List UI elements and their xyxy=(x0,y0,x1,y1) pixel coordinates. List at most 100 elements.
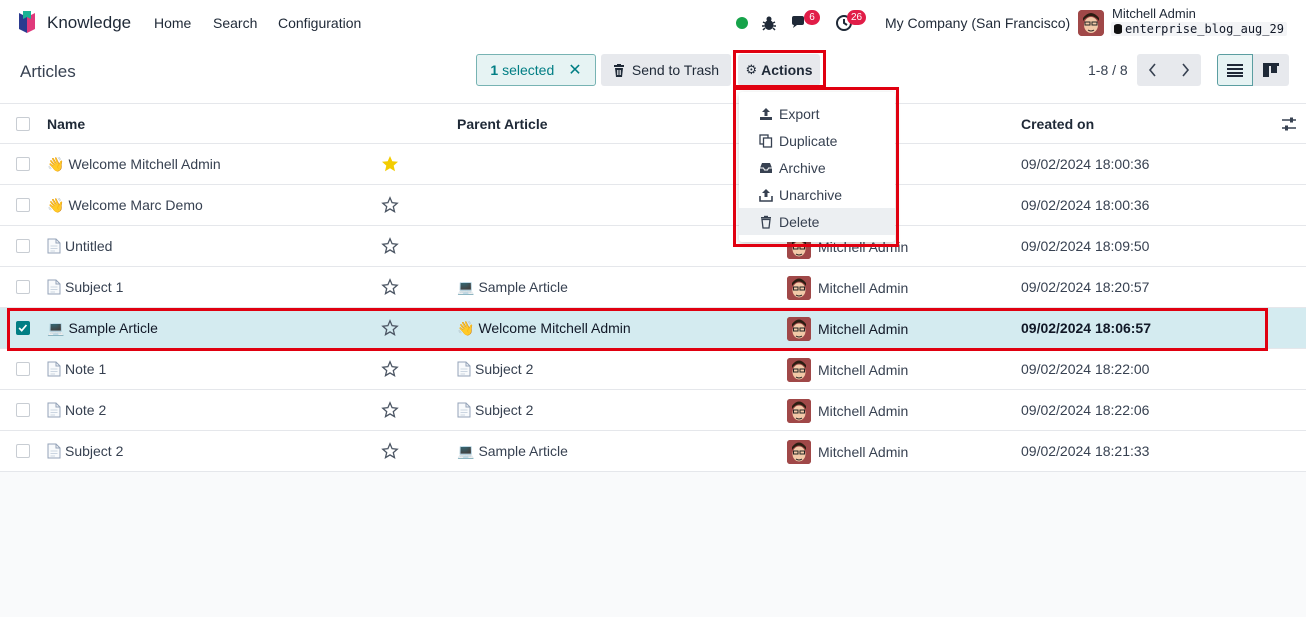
parent-article-cell[interactable]: Subject 2 xyxy=(457,349,533,389)
column-header-name[interactable]: Name xyxy=(47,104,85,144)
article-name-cell[interactable]: Subject 2 xyxy=(47,431,123,471)
favorite-star-icon[interactable] xyxy=(381,237,399,255)
selection-indicator: 1 selected ✕ xyxy=(476,54,596,86)
menu-search[interactable]: Search xyxy=(213,15,257,31)
pager-value[interactable]: 1-8 / 8 xyxy=(1088,62,1128,78)
select-all-checkbox[interactable] xyxy=(16,117,30,131)
favorite-star-icon[interactable] xyxy=(381,319,399,337)
unselect-close-icon[interactable]: ✕ xyxy=(568,60,581,80)
article-document-icon xyxy=(47,402,61,418)
menu-item-archive[interactable]: Archive xyxy=(739,154,895,181)
actions-dropdown-menu: Export Duplicate Archive Unarchive Delet… xyxy=(739,92,895,242)
article-name-cell[interactable]: Subject 1 xyxy=(47,267,123,307)
article-name: Welcome Marc Demo xyxy=(68,197,203,213)
owner-avatar xyxy=(787,317,811,341)
archive-inbox-icon xyxy=(760,162,772,173)
optional-columns-sliders-icon[interactable] xyxy=(1281,116,1297,132)
gear-icon: ⚙ xyxy=(745,62,758,77)
favorite-star-icon[interactable] xyxy=(381,278,399,296)
column-header-created-on[interactable]: Created on xyxy=(1021,104,1094,144)
owner-name: Mitchell Admin xyxy=(818,321,909,337)
owner-cell[interactable]: Mitchell Admin xyxy=(787,391,908,431)
parent-emoji-icon: 💻 xyxy=(457,442,475,459)
actions-button[interactable]: ⚙ Actions xyxy=(738,54,820,86)
article-name-cell[interactable]: 👋 Welcome Mitchell Admin xyxy=(47,144,221,184)
created-on-cell: 09/02/2024 18:00:36 xyxy=(1021,156,1150,172)
send-to-trash-button[interactable]: Send to Trash xyxy=(601,54,731,86)
row-checkbox[interactable] xyxy=(16,280,30,294)
owner-cell[interactable]: Mitchell Admin xyxy=(787,268,908,308)
menu-item-duplicate-label: Duplicate xyxy=(779,132,838,149)
favorite-star-icon[interactable] xyxy=(381,196,399,214)
article-name-cell[interactable]: 💻 Sample Article xyxy=(47,308,158,348)
menu-configuration[interactable]: Configuration xyxy=(278,15,361,31)
bug-icon[interactable] xyxy=(760,14,778,32)
favorite-star-icon[interactable] xyxy=(381,360,399,378)
top-navbar: Knowledge Home Search Configuration 6 26… xyxy=(0,0,1306,46)
table-row[interactable]: 👋 Welcome Mitchell Admin 09/02/2024 18:00:… xyxy=(0,144,1306,185)
user-name[interactable]: Mitchell Admin xyxy=(1112,6,1196,21)
row-checkbox[interactable] xyxy=(16,239,30,253)
article-name-cell[interactable]: Untitled xyxy=(47,226,112,266)
owner-avatar xyxy=(787,276,811,300)
article-name: Sample Article xyxy=(68,320,158,336)
table-row[interactable]: Note 2 Subject 2 Mitchell Admin 09/02/2024 … xyxy=(0,390,1306,431)
owner-cell[interactable]: Mitchell Admin xyxy=(787,432,908,472)
article-name-cell[interactable]: Note 1 xyxy=(47,349,106,389)
table-row[interactable]: 👋 Welcome Marc Demo 09/02/2024 18:00:36 xyxy=(0,185,1306,226)
menu-item-duplicate[interactable]: Duplicate xyxy=(739,127,895,154)
table-row[interactable]: Note 1 Subject 2 Mitchell Admin 09/02/2024 … xyxy=(0,349,1306,390)
duplicate-copy-icon xyxy=(759,133,773,148)
company-switcher[interactable]: My Company (San Francisco) xyxy=(885,15,1070,31)
parent-article-cell[interactable]: 💻 Sample Article xyxy=(457,431,568,471)
row-checkbox[interactable] xyxy=(16,403,30,417)
created-on-cell: 09/02/2024 18:22:00 xyxy=(1021,361,1150,377)
column-header-parent-article[interactable]: Parent Article xyxy=(457,104,548,144)
parent-article-cell[interactable]: 👋 Welcome Mitchell Admin xyxy=(457,308,631,348)
article-name-cell[interactable]: Note 2 xyxy=(47,390,106,430)
article-name: Note 1 xyxy=(65,361,107,377)
user-avatar[interactable] xyxy=(1078,10,1104,36)
parent-emoji-icon: 👋 xyxy=(457,319,475,336)
owner-name: Mitchell Admin xyxy=(818,362,909,378)
table-row[interactable]: Subject 2 💻 Sample Article Mitchell Admin 09… xyxy=(0,431,1306,472)
article-name-cell[interactable]: 👋 Welcome Marc Demo xyxy=(47,185,203,225)
owner-cell[interactable]: Mitchell Admin xyxy=(787,350,908,390)
list-view-button[interactable] xyxy=(1217,54,1253,86)
article-document-icon xyxy=(47,279,61,295)
database-icon xyxy=(1114,24,1122,34)
presence-status-icon[interactable] xyxy=(736,17,748,29)
owner-cell[interactable]: Mitchell Admin xyxy=(787,309,908,349)
knowledge-logo-icon[interactable] xyxy=(17,11,37,35)
menu-item-export-label: Export xyxy=(779,105,820,122)
menu-item-export[interactable]: Export xyxy=(739,100,895,127)
row-checkbox[interactable] xyxy=(16,444,30,458)
menu-item-delete[interactable]: Delete xyxy=(739,208,895,235)
breadcrumb: Articles xyxy=(20,62,76,81)
row-checkbox[interactable] xyxy=(16,362,30,376)
parent-article-cell[interactable]: Subject 2 xyxy=(457,390,533,430)
parent-article-name: Sample Article xyxy=(478,443,568,459)
created-on-cell: 09/02/2024 18:20:57 xyxy=(1021,279,1150,295)
table-row[interactable]: 💻 Sample Article 👋 Welcome Mitchell Admin Mi… xyxy=(0,308,1306,349)
table-row[interactable]: Untitled Mitchell Admin 09/02/2024 18:09:5… xyxy=(0,226,1306,267)
menu-home[interactable]: Home xyxy=(154,15,191,31)
favorite-star-icon[interactable] xyxy=(381,401,399,419)
row-checkbox[interactable] xyxy=(16,321,30,335)
parent-article-name: Subject 2 xyxy=(475,402,534,418)
kanban-icon xyxy=(1263,63,1279,77)
messages-count-badge: 6 xyxy=(804,10,820,25)
favorite-star-icon[interactable] xyxy=(381,442,399,460)
created-on-cell: 09/02/2024 18:06:57 xyxy=(1021,320,1151,336)
row-checkbox[interactable] xyxy=(16,198,30,212)
pager-next-button[interactable] xyxy=(1169,54,1201,86)
row-checkbox[interactable] xyxy=(16,157,30,171)
kanban-view-button[interactable] xyxy=(1253,54,1289,86)
app-name[interactable]: Knowledge xyxy=(47,13,131,33)
menu-item-unarchive[interactable]: Unarchive xyxy=(739,181,895,208)
checkmark-icon xyxy=(18,324,28,332)
favorite-star-filled-icon[interactable] xyxy=(381,155,399,173)
pager-previous-button[interactable] xyxy=(1137,54,1169,86)
parent-article-cell[interactable]: 💻 Sample Article xyxy=(457,267,568,307)
table-row[interactable]: Subject 1 💻 Sample Article Mitchell Admin 09… xyxy=(0,267,1306,308)
